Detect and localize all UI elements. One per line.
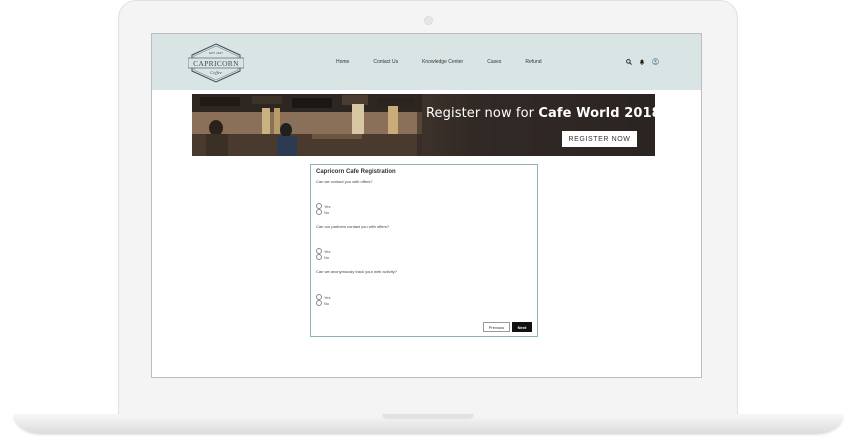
camera-dot	[424, 16, 433, 25]
q2-option-no[interactable]: No	[316, 254, 329, 260]
register-now-button[interactable]: REGISTER NOW	[562, 131, 637, 147]
q1-option-no[interactable]: No	[316, 209, 329, 215]
previous-button[interactable]: Previous	[483, 322, 510, 332]
screen: EST. 2017 CAPRICORN Coffee Home Contact …	[151, 33, 702, 378]
radio-label: Yes	[324, 203, 331, 209]
radio-label: No	[324, 300, 330, 306]
q3-option-no[interactable]: No	[316, 300, 329, 306]
question-3: Can we anonymously track your web activi…	[316, 269, 397, 274]
main-nav: Home Contact Us Knowledge Center Cases R…	[336, 59, 566, 65]
nav-knowledge-center[interactable]: Knowledge Center	[422, 59, 463, 65]
radio-button[interactable]	[316, 209, 322, 215]
registration-form: Capricorn Cafe Registration Can we conta…	[310, 164, 538, 337]
nav-refund[interactable]: Refund	[525, 59, 541, 65]
banner-title-prefix: Register now for	[426, 106, 539, 121]
bell-icon[interactable]	[639, 59, 645, 65]
next-button[interactable]: Next	[512, 322, 532, 332]
radio-button[interactable]	[316, 300, 322, 306]
promo-banner: Register now for Cafe World 2018 REGISTE…	[192, 94, 655, 156]
logo-sub-text: Coffee	[210, 70, 222, 75]
banner-title-event: Cafe World 2018	[538, 106, 655, 121]
radio-label: Yes	[324, 248, 331, 254]
nav-cases[interactable]: Cases	[487, 59, 501, 65]
radio-label: No	[324, 209, 330, 215]
question-2: Can our partners contact you with offers…	[316, 224, 390, 229]
laptop-base-notch	[382, 414, 474, 419]
capricorn-logo[interactable]: EST. 2017 CAPRICORN Coffee	[188, 43, 244, 83]
nav-home[interactable]: Home	[336, 59, 349, 65]
form-title: Capricorn Cafe Registration	[316, 169, 396, 175]
logo-main-text: CAPRICORN	[193, 59, 239, 68]
question-1: Can we contact you with offers?	[316, 179, 373, 184]
search-icon[interactable]	[626, 58, 632, 65]
banner-title: Register now for Cafe World 2018	[426, 106, 655, 121]
logo-top-text: EST. 2017	[209, 51, 223, 55]
site-header: EST. 2017 CAPRICORN Coffee Home Contact …	[152, 34, 701, 90]
header-icons	[626, 58, 659, 65]
avatar-icon[interactable]	[652, 58, 659, 65]
radio-label: No	[324, 254, 330, 260]
nav-contact-us[interactable]: Contact Us	[373, 59, 398, 65]
radio-label: Yes	[324, 294, 331, 300]
radio-button[interactable]	[316, 254, 322, 260]
